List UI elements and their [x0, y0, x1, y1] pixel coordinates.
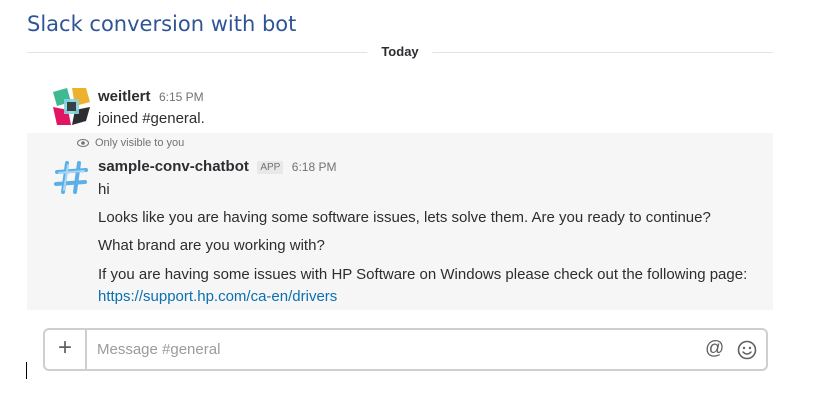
- mention-icon[interactable]: @: [705, 339, 724, 359]
- emoji-icon[interactable]: [737, 340, 757, 360]
- author-name[interactable]: weitlert: [98, 88, 151, 105]
- message-composer: + @: [43, 328, 768, 371]
- message-text: Looks like you are having some software …: [98, 209, 711, 226]
- message-item: weitlert 6:15 PM joined #general.: [27, 84, 773, 132]
- message-timestamp[interactable]: 6:15 PM: [159, 90, 204, 104]
- slack-logo-icon[interactable]: [53, 88, 90, 125]
- message-item: Only visible to you sample-conv-chatbot …: [27, 133, 773, 310]
- day-divider-label: Today: [367, 44, 433, 59]
- message-timestamp[interactable]: 6:18 PM: [292, 160, 337, 174]
- message-header: sample-conv-chatbot APP 6:18 PM: [98, 158, 336, 176]
- document-title: Slack conversion with bot: [27, 12, 297, 36]
- author-name[interactable]: sample-conv-chatbot: [98, 158, 249, 175]
- visibility-note: Only visible to you: [77, 137, 184, 149]
- day-divider: Today: [27, 43, 773, 63]
- visibility-note-text: Only visible to you: [95, 137, 185, 149]
- message-text: hi: [98, 181, 110, 198]
- text-cursor: [26, 362, 27, 379]
- message-text: What brand are you working with?: [98, 237, 325, 254]
- message-header: weitlert 6:15 PM: [98, 88, 204, 106]
- message-text: joined #general.: [98, 110, 205, 127]
- app-badge: APP: [257, 161, 284, 174]
- message-text: If you are having some issues with HP So…: [98, 266, 748, 283]
- message-input[interactable]: [97, 338, 677, 360]
- add-attachment-button[interactable]: +: [45, 330, 87, 369]
- bot-hash-icon[interactable]: [53, 159, 90, 196]
- message-link[interactable]: https://support.hp.com/ca-en/drivers: [98, 288, 337, 305]
- eye-icon: [77, 139, 89, 148]
